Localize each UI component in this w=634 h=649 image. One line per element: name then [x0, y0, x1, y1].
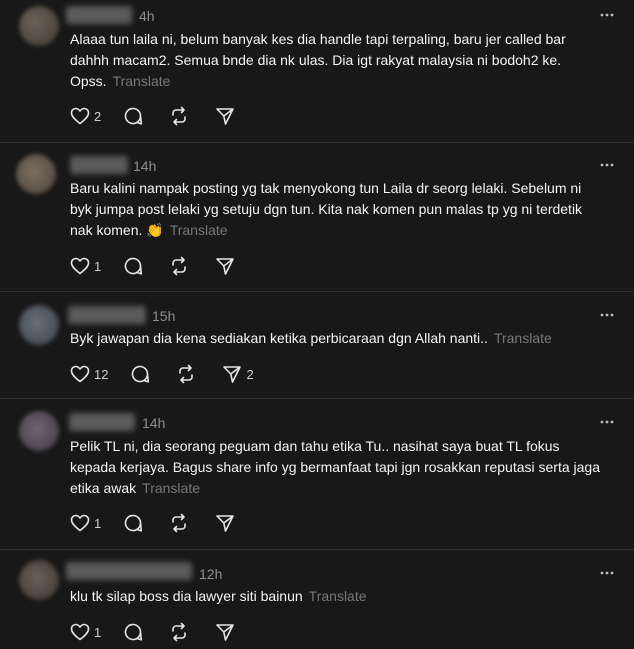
post-text: Byk jawapan dia kena sediakan ketika per… — [70, 330, 552, 346]
reply-button[interactable] — [123, 106, 147, 126]
like-button[interactable]: 2 — [70, 107, 101, 125]
post-actions: 1 — [70, 622, 261, 642]
username[interactable] — [66, 6, 132, 24]
reply-button[interactable] — [123, 513, 147, 533]
username[interactable] — [70, 156, 128, 174]
repost-button[interactable] — [169, 513, 193, 533]
more-icon[interactable] — [600, 308, 614, 322]
share-button[interactable]: 2 — [222, 364, 254, 384]
post-text: klu tk silap boss dia lawyer siti bainun… — [70, 588, 367, 604]
like-count: 1 — [94, 515, 102, 531]
share-icon — [216, 108, 235, 125]
translate-link[interactable]: Translate — [170, 222, 228, 238]
reply-post: 12h klu tk silap boss dia lawyer siti ba… — [0, 550, 634, 649]
translate-link[interactable]: Translate — [309, 588, 367, 604]
repost-icon — [172, 513, 187, 533]
translate-link[interactable]: Translate — [113, 73, 171, 89]
repost-icon — [172, 256, 187, 276]
share-button[interactable] — [215, 622, 239, 642]
share-icon — [223, 366, 242, 383]
avatar[interactable] — [19, 560, 59, 600]
avatar[interactable] — [16, 154, 56, 194]
reply-button[interactable] — [123, 256, 147, 276]
post-actions: 1 — [70, 513, 261, 533]
more-icon[interactable] — [600, 8, 614, 22]
avatar[interactable] — [19, 6, 59, 46]
post-time: 14h — [142, 415, 166, 431]
post-time: 14h — [133, 158, 157, 174]
repost-button[interactable] — [176, 364, 200, 384]
reply-post: 14h Pelik TL ni, dia seorang peguam dan … — [0, 399, 634, 550]
heart-icon — [70, 514, 90, 532]
more-icon[interactable] — [600, 158, 614, 172]
post-text: Baru kalini nampak posting yg tak menyok… — [70, 180, 583, 238]
comment-icon — [124, 107, 143, 125]
share-button[interactable] — [215, 106, 239, 126]
thread-replies: 4h Alaaa tun laila ni, belum banyak kes … — [0, 0, 634, 649]
translate-link[interactable]: Translate — [494, 330, 552, 346]
comment-icon — [124, 514, 143, 532]
post-text: Pelik TL ni, dia seorang peguam dan tahu… — [70, 438, 600, 496]
repost-icon — [172, 106, 187, 126]
share-button[interactable] — [215, 513, 239, 533]
like-count: 1 — [94, 624, 102, 640]
share-button[interactable] — [215, 256, 239, 276]
avatar[interactable] — [19, 411, 59, 451]
share-icon — [216, 258, 235, 275]
repost-icon — [172, 622, 187, 642]
post-text: Alaaa tun laila ni, belum banyak kes dia… — [70, 31, 566, 89]
repost-button[interactable] — [169, 256, 193, 276]
username[interactable] — [68, 306, 146, 324]
post-time: 15h — [152, 308, 176, 324]
heart-icon — [70, 257, 90, 275]
post-time: 12h — [199, 566, 223, 582]
share-count: 2 — [246, 366, 254, 382]
repost-icon — [179, 364, 194, 384]
reply-button[interactable] — [123, 622, 147, 642]
comment-icon — [132, 365, 150, 383]
comment-icon — [124, 623, 143, 641]
post-actions: 12 2 — [70, 364, 276, 384]
like-count: 12 — [94, 366, 109, 382]
repost-button[interactable] — [169, 106, 193, 126]
like-count: 1 — [94, 258, 102, 274]
comment-icon — [124, 257, 143, 275]
heart-icon — [70, 365, 90, 383]
reply-post: 14h Baru kalini nampak posting yg tak me… — [0, 143, 634, 292]
like-count: 2 — [94, 108, 102, 124]
post-actions: 1 — [70, 256, 261, 276]
avatar[interactable] — [19, 305, 59, 345]
like-button[interactable]: 1 — [70, 514, 101, 532]
username[interactable] — [66, 562, 192, 580]
reply-button[interactable] — [130, 364, 154, 384]
share-icon — [216, 515, 235, 532]
post-actions: 2 — [70, 106, 261, 126]
post-time: 4h — [139, 8, 155, 24]
like-button[interactable]: 1 — [70, 623, 101, 641]
more-icon[interactable] — [600, 415, 614, 429]
reply-post: 4h Alaaa tun laila ni, belum banyak kes … — [0, 0, 634, 143]
username[interactable] — [69, 413, 135, 431]
repost-button[interactable] — [169, 622, 193, 642]
heart-icon — [70, 107, 90, 125]
translate-link[interactable]: Translate — [142, 480, 200, 496]
reply-post: 15h Byk jawapan dia kena sediakan ketika… — [0, 292, 634, 399]
share-icon — [216, 624, 235, 641]
heart-icon — [70, 623, 90, 641]
like-button[interactable]: 12 — [70, 365, 108, 383]
like-button[interactable]: 1 — [70, 257, 101, 275]
more-icon[interactable] — [600, 566, 614, 580]
